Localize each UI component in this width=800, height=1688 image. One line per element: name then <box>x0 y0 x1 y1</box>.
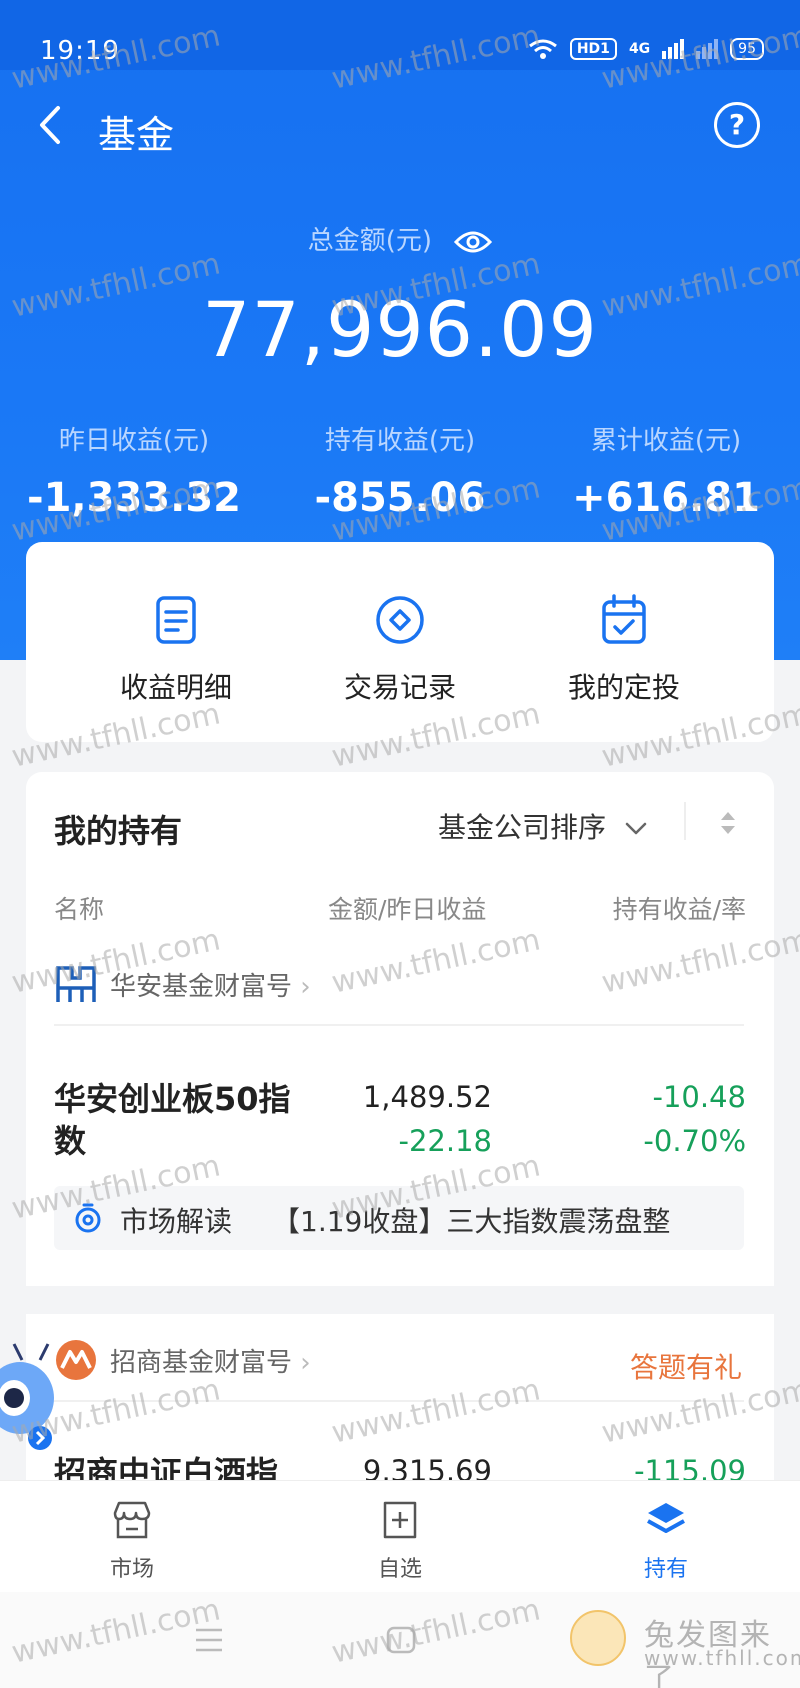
quick-action-my-plan[interactable]: 我的定投 <box>514 592 734 706</box>
quick-action-trade-records[interactable]: 交易记录 <box>290 592 510 706</box>
home-icon[interactable] <box>384 1624 418 1656</box>
eye-icon[interactable] <box>454 228 493 256</box>
fund-holding-profit: -10.48 <box>652 1080 747 1114</box>
stat-yesterday: 昨日收益(元) -1,333.32 <box>4 420 264 521</box>
market-insight-text: 【1.19收盘】三大指数震荡盘整 <box>272 1205 671 1238</box>
quick-actions-card: 收益明细 交易记录 我的定投 <box>26 542 774 742</box>
nav-bar: 基金 ? <box>0 80 800 170</box>
market-icon <box>113 1501 151 1539</box>
tab-label: 持有 <box>643 1557 688 1582</box>
fund-company-name-text: 招商基金财富号 <box>110 1348 293 1378</box>
divider <box>54 1400 744 1402</box>
holdings-title: 我的持有 <box>54 812 183 850</box>
sort-dropdown[interactable]: 基金公司排序 <box>438 806 647 846</box>
menu-icon[interactable] <box>192 1624 226 1656</box>
layers-icon <box>647 1503 685 1533</box>
fund-company-name: 招商基金财富号 › <box>110 1342 311 1379</box>
fund-company-row[interactable]: 招商基金财富号 › 答题有礼 <box>54 1332 744 1392</box>
total-label-row: 总金额(元) <box>0 220 800 257</box>
market-insight-banner[interactable]: 市场解读 【1.19收盘】三大指数震荡盘整 <box>54 1186 744 1250</box>
fund-company-name: 华安基金财富号 › <box>110 966 311 1003</box>
page-title: 基金 <box>98 113 175 157</box>
fund-company-name-text: 华安基金财富号 <box>110 972 293 1002</box>
huaan-logo-icon <box>56 966 96 1002</box>
watermark-logo-sub: www.tfhll.com <box>644 1646 800 1670</box>
hd-badge: HD1 <box>569 38 617 60</box>
fund-holding-rate: -0.70% <box>643 1124 746 1158</box>
mascot-bot-icon[interactable] <box>0 1340 62 1452</box>
status-time: 19:19 <box>40 36 120 66</box>
quick-action-label: 交易记录 <box>343 671 456 704</box>
stat-cumulative-label: 累计收益(元) <box>590 426 742 456</box>
tab-label: 自选 <box>377 1557 422 1582</box>
column-header-amount: 金额/昨日收益 <box>328 895 487 924</box>
tab-holdings[interactable]: 持有 <box>596 1499 736 1583</box>
sort-order-icon[interactable] <box>718 808 738 838</box>
stopwatch-icon <box>75 1203 101 1233</box>
stat-cumulative: 累计收益(元) +616.81 <box>536 420 796 521</box>
chevron-right-icon: › <box>300 972 311 1002</box>
help-icon[interactable]: ? <box>714 102 760 148</box>
quick-action-profit-detail[interactable]: 收益明细 <box>66 592 286 706</box>
tab-market[interactable]: 市场 <box>62 1499 202 1583</box>
watermark-face-icon <box>570 1610 626 1666</box>
total-amount: 77,996.09 <box>202 285 598 374</box>
battery-icon: 95 <box>730 38 764 60</box>
promo-link[interactable]: 答题有礼 <box>630 1346 742 1386</box>
sort-divider <box>684 802 686 840</box>
divider <box>54 1024 744 1026</box>
document-icon <box>156 596 196 644</box>
back-icon[interactable] <box>30 100 70 150</box>
status-icons: HD1 4G 95 <box>528 38 764 60</box>
tab-label: 市场 <box>109 1557 154 1582</box>
section-gap <box>26 1286 774 1314</box>
fund-amount: 1,489.52 <box>362 1080 492 1114</box>
chevron-right-icon: › <box>300 1348 311 1378</box>
column-header-name: 名称 <box>54 895 105 924</box>
total-label: 总金额(元) <box>307 226 433 256</box>
status-bar: 19:19 HD1 4G 95 <box>0 0 800 70</box>
signal-icon <box>662 39 685 59</box>
sort-label: 基金公司排序 <box>438 811 607 844</box>
signal-label: 4G <box>628 41 651 57</box>
stat-yesterday-label: 昨日收益(元) <box>58 426 210 456</box>
chevron-down-icon <box>625 822 647 835</box>
bottom-tab-bar: 市场 自选 持有 <box>0 1480 800 1592</box>
add-square-icon <box>383 1501 417 1539</box>
calendar-check-icon <box>602 594 646 644</box>
signal-off-icon <box>696 39 719 59</box>
stat-yesterday-value: -1,333.32 <box>27 475 241 521</box>
stat-cumulative-value: +616.81 <box>572 475 760 521</box>
column-header-profit: 持有收益/率 <box>612 895 746 924</box>
diamond-circle-icon <box>376 596 424 644</box>
tab-watchlist[interactable]: 自选 <box>330 1499 470 1583</box>
quick-action-label: 收益明细 <box>119 671 232 704</box>
fund-name[interactable]: 华安创业板50指数 <box>54 1078 314 1162</box>
wifi-icon <box>528 39 557 59</box>
fund-company-row[interactable]: 华安基金财富号 › <box>54 956 744 1016</box>
stat-holding: 持有收益(元) -855.06 <box>270 420 530 521</box>
watermark-logo: 兔发图来了 www.tfhll.com <box>560 1606 800 1688</box>
market-insight-label: 市场解读 <box>120 1205 233 1238</box>
stat-holding-label: 持有收益(元) <box>324 426 476 456</box>
profit-stats: 昨日收益(元) -1,333.32 持有收益(元) -855.06 累计收益(元… <box>0 420 800 521</box>
stat-holding-value: -855.06 <box>314 475 486 521</box>
fund-yesterday-profit: -22.18 <box>398 1124 493 1158</box>
quick-action-label: 我的定投 <box>567 671 680 704</box>
